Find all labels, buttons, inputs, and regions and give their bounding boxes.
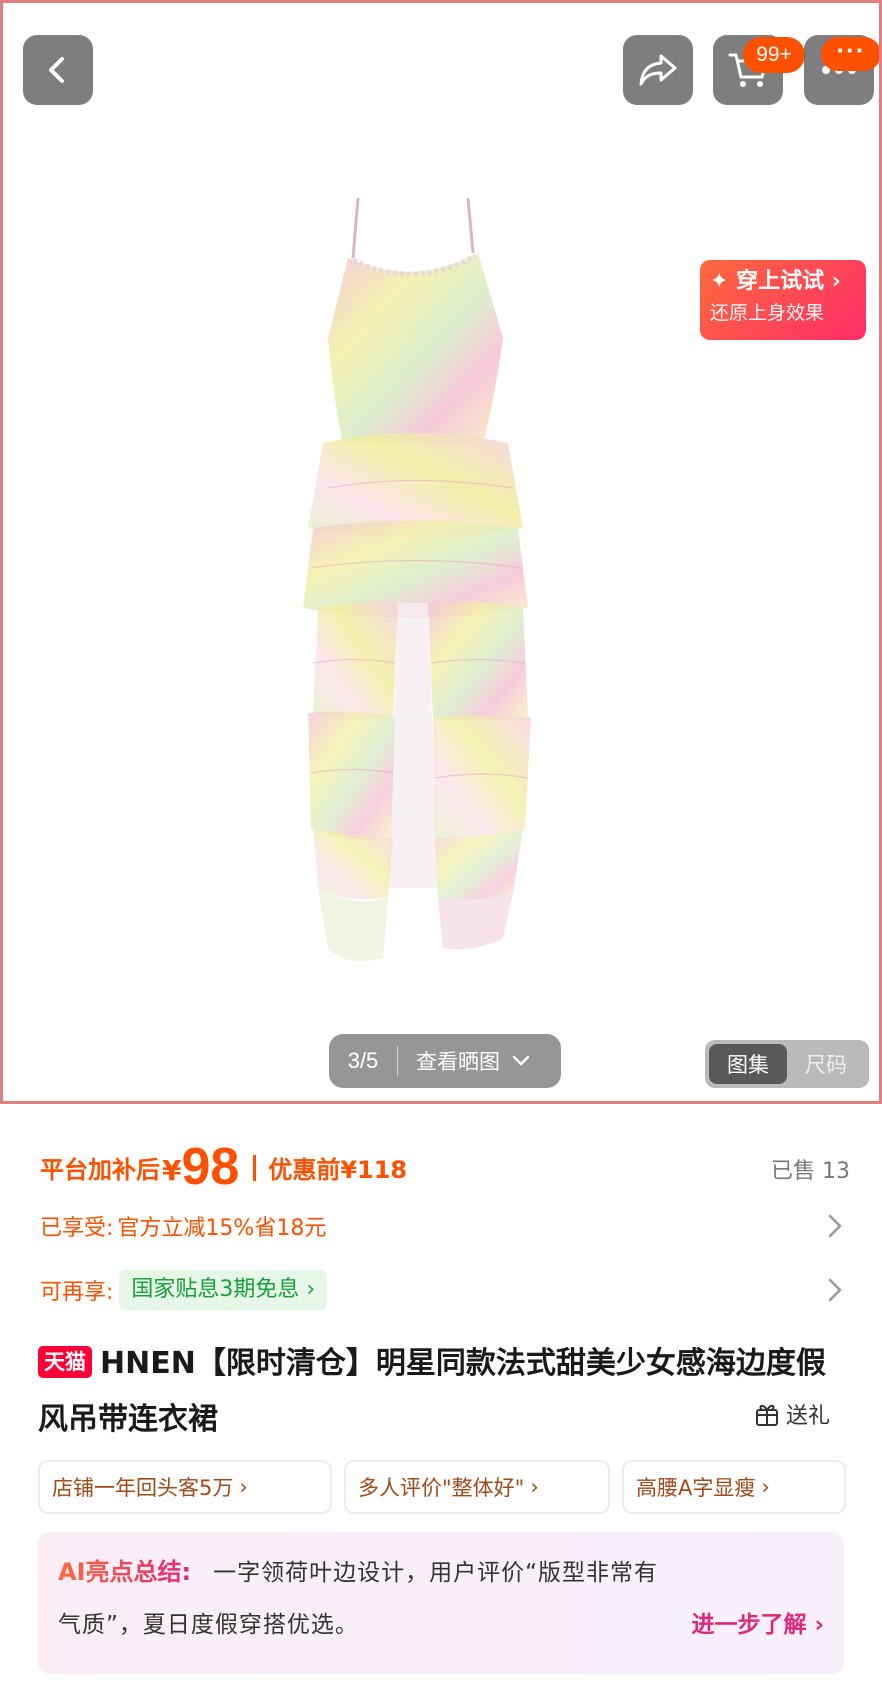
product-title: 天猫 HNEN【限时清仓】明星同款法式甜美少女感海边度假风吊带连衣裙 bbox=[38, 1336, 850, 1448]
chevron-right-icon bbox=[828, 1214, 842, 1238]
gallery-segment-control: 图集 尺码 bbox=[705, 1040, 869, 1088]
view-photos-label: 查看晒图 bbox=[416, 1050, 500, 1074]
cart-count-badge: 99+ bbox=[743, 37, 805, 73]
tag-label: 店铺一年回头客5万 bbox=[52, 1476, 234, 1500]
more-badge: ··· bbox=[821, 37, 879, 71]
try-on-button[interactable]: ✦ 穿上试试 › 还原上身效果 bbox=[700, 260, 866, 340]
share-button[interactable] bbox=[623, 35, 693, 105]
benefit-row-discount[interactable]: 已享受: 官方立减15%省18元 bbox=[40, 1204, 850, 1248]
page-indicator: 3/5 bbox=[347, 1048, 379, 1073]
ai-summary-line: 气质”，夏日度假穿搭优选。 进一步了解 › bbox=[58, 1599, 824, 1651]
tag-label: 多人评价"整体好" bbox=[358, 1476, 525, 1500]
tab-gallery[interactable]: 图集 bbox=[709, 1044, 787, 1084]
product-title-block: 天猫 HNEN【限时清仓】明星同款法式甜美少女感海边度假风吊带连衣裙 bbox=[38, 1336, 850, 1448]
benefit-label: 已享受: bbox=[40, 1216, 114, 1241]
ai-summary-text: 一字领荷叶边设计，用户评价“版型非常有 bbox=[213, 1560, 659, 1586]
chevron-down-icon bbox=[512, 1055, 530, 1066]
back-button[interactable] bbox=[23, 35, 93, 105]
price-row: 平台加补后 ¥ 98 优惠前¥118 已售 13 bbox=[40, 1135, 850, 1195]
tag-reviews[interactable]: 多人评价"整体好" › bbox=[344, 1460, 610, 1514]
try-on-title: ✦ 穿上试试 › bbox=[710, 269, 841, 294]
product-gallery[interactable]: 99+ ··· ✦ 穿上试试 › 还原上身效果 3/5 查看晒图 图集 尺码 bbox=[0, 0, 882, 1104]
chevron-left-icon bbox=[49, 57, 64, 83]
product-title-text: HNEN【限时清仓】明星同款法式甜美少女感海边度假风吊带连衣裙 bbox=[38, 1346, 826, 1437]
share-icon bbox=[639, 54, 677, 86]
price-currency: ¥ bbox=[162, 1154, 182, 1187]
chevron-right-icon bbox=[828, 1278, 842, 1302]
learn-more-link[interactable]: 进一步了解 › bbox=[692, 1599, 825, 1651]
price-divider bbox=[253, 1155, 257, 1181]
chevron-right-icon: › bbox=[239, 1475, 248, 1499]
ai-summary-card[interactable]: AI亮点总结: 一字领荷叶边设计，用户评价“版型非常有 气质”，夏日度假穿搭优选… bbox=[38, 1532, 844, 1674]
benefit-label: 可再享: bbox=[40, 1280, 114, 1305]
installment-tag[interactable]: 国家贴息3期免息 › bbox=[119, 1270, 328, 1310]
price-prefix: 平台加补后 bbox=[40, 1156, 160, 1184]
tag-repeat-customers[interactable]: 店铺一年回头客5万 › bbox=[38, 1460, 332, 1514]
ai-summary-text: 气质”，夏日度假穿搭优选。 bbox=[58, 1612, 359, 1638]
original-price: 优惠前¥118 bbox=[268, 1156, 408, 1184]
gift-button[interactable]: 送礼 bbox=[754, 1398, 830, 1430]
highlight-tags: 店铺一年回头客5万 › 多人评价"整体好" › 高腰A字显瘦 › bbox=[38, 1460, 850, 1514]
try-on-subtitle: 还原上身效果 bbox=[710, 302, 825, 324]
sold-count: 已售 13 bbox=[771, 1159, 850, 1184]
chevron-right-icon: › bbox=[530, 1475, 539, 1499]
tmall-badge: 天猫 bbox=[38, 1346, 92, 1378]
view-photos-pill[interactable]: 3/5 查看晒图 bbox=[329, 1034, 561, 1088]
tag-fit[interactable]: 高腰A字显瘦 › bbox=[622, 1460, 846, 1514]
tab-size[interactable]: 尺码 bbox=[787, 1044, 865, 1084]
tag-label: 高腰A字显瘦 bbox=[636, 1476, 756, 1500]
benefit-text: 官方立减15%省18元 bbox=[117, 1216, 327, 1241]
product-image bbox=[303, 198, 531, 962]
benefit-row-installment[interactable]: 可再享: 国家贴息3期免息 › bbox=[40, 1268, 850, 1312]
price-amount: 98 bbox=[181, 1138, 240, 1196]
ai-summary-label: AI亮点总结: bbox=[58, 1546, 191, 1598]
gift-icon bbox=[756, 1404, 778, 1426]
ai-summary-line: AI亮点总结: 一字领荷叶边设计，用户评价“版型非常有 bbox=[58, 1546, 824, 1599]
gift-label: 送礼 bbox=[786, 1404, 831, 1429]
chevron-right-icon: › bbox=[761, 1475, 770, 1499]
